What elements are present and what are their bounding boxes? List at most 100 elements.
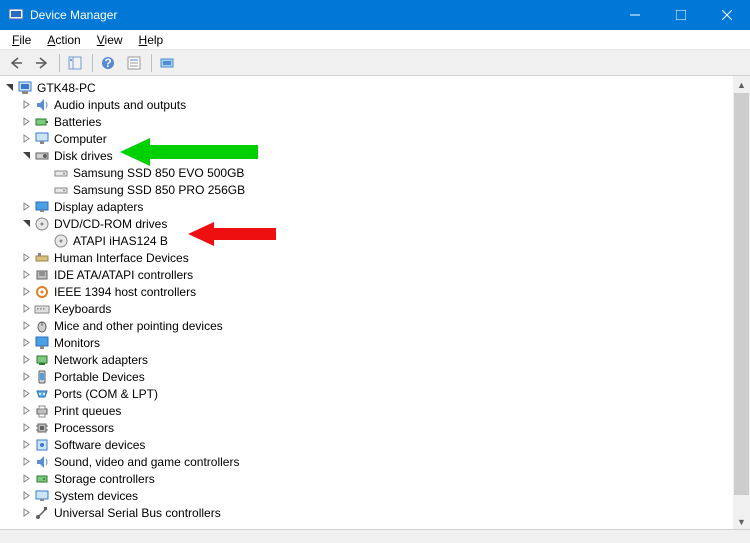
scrollbar-thumb[interactable] (734, 93, 749, 495)
portable-icon (34, 369, 50, 385)
toolbar-separator (92, 54, 93, 72)
toolbar-separator (151, 54, 152, 72)
tree-item-system[interactable]: System devices (2, 487, 750, 504)
tree-item-network[interactable]: Network adapters (2, 351, 750, 368)
expand-icon[interactable] (19, 267, 34, 282)
tree-item-ide[interactable]: IDE ATA/ATAPI controllers (2, 266, 750, 283)
tree-item-monitors[interactable]: Monitors (2, 334, 750, 351)
drive-icon (53, 165, 69, 181)
expand-icon[interactable] (19, 284, 34, 299)
expand-icon[interactable] (19, 131, 34, 146)
system-icon (34, 488, 50, 504)
tree-label: Samsung SSD 850 PRO 256GB (73, 183, 245, 197)
expand-icon[interactable] (19, 301, 34, 316)
network-icon (34, 352, 50, 368)
tree-item-keyboards[interactable]: Keyboards (2, 300, 750, 317)
tree-label: Monitors (54, 336, 100, 350)
tree-label: Sound, video and game controllers (54, 455, 239, 469)
tree-item-atapi[interactable]: ATAPI iHAS124 B (2, 232, 750, 249)
tree-item-diskdrives[interactable]: Disk drives (2, 147, 750, 164)
printer-icon (34, 403, 50, 419)
toolbar: ? (0, 50, 750, 76)
properties-button[interactable] (122, 51, 146, 75)
cdrom-icon (53, 233, 69, 249)
back-button[interactable] (4, 51, 28, 75)
expand-icon[interactable] (19, 352, 34, 367)
menu-file[interactable]: File (4, 31, 39, 49)
expand-icon[interactable] (19, 335, 34, 350)
tree-item-storage[interactable]: Storage controllers (2, 470, 750, 487)
svg-text:?: ? (104, 56, 111, 70)
scan-hardware-button[interactable] (155, 51, 179, 75)
help-button[interactable]: ? (96, 51, 120, 75)
tree-item-portable[interactable]: Portable Devices (2, 368, 750, 385)
expand-icon[interactable] (19, 250, 34, 265)
forward-button[interactable] (30, 51, 54, 75)
expand-icon[interactable] (19, 369, 34, 384)
sound-icon (34, 454, 50, 470)
tree-item-hid[interactable]: Human Interface Devices (2, 249, 750, 266)
menu-view[interactable]: View (89, 31, 131, 49)
scroll-down-arrow[interactable]: ▼ (733, 513, 750, 530)
tree-label: Storage controllers (54, 472, 155, 486)
computer-icon (17, 80, 33, 96)
device-tree[interactable]: GTK48-PC Audio inputs and outputs Batter… (0, 76, 750, 530)
expand-icon[interactable] (19, 437, 34, 452)
tree-item-ssd2[interactable]: Samsung SSD 850 PRO 256GB (2, 181, 750, 198)
expand-icon[interactable] (19, 114, 34, 129)
expand-icon[interactable] (19, 386, 34, 401)
tree-item-computer[interactable]: Computer (2, 130, 750, 147)
maximize-button[interactable] (658, 0, 704, 30)
tree-item-printq[interactable]: Print queues (2, 402, 750, 419)
hid-icon (34, 250, 50, 266)
app-icon (8, 7, 24, 23)
tree-item-ports[interactable]: Ports (COM & LPT) (2, 385, 750, 402)
tree-item-mice[interactable]: Mice and other pointing devices (2, 317, 750, 334)
tree-label: Mice and other pointing devices (54, 319, 223, 333)
tree-label: Human Interface Devices (54, 251, 189, 265)
tree-label: Processors (54, 421, 114, 435)
tree-item-ieee[interactable]: IEEE 1394 host controllers (2, 283, 750, 300)
tree-root[interactable]: GTK48-PC (2, 79, 750, 96)
tree-item-usb[interactable]: Universal Serial Bus controllers (2, 504, 750, 521)
tree-label: ATAPI iHAS124 B (73, 234, 168, 248)
tree-label: Batteries (54, 115, 101, 129)
menu-help[interactable]: Help (131, 31, 172, 49)
expand-icon[interactable] (19, 403, 34, 418)
expand-icon[interactable] (19, 420, 34, 435)
keyboard-icon (34, 301, 50, 317)
minimize-button[interactable] (612, 0, 658, 30)
scroll-up-arrow[interactable]: ▲ (733, 76, 750, 93)
tree-item-display[interactable]: Display adapters (2, 198, 750, 215)
close-button[interactable] (704, 0, 750, 30)
expand-icon[interactable] (19, 199, 34, 214)
software-icon (34, 437, 50, 453)
expand-icon[interactable] (19, 454, 34, 469)
collapse-icon[interactable] (19, 216, 34, 231)
tree-label: System devices (54, 489, 138, 503)
tree-label: Print queues (54, 404, 121, 418)
usb-icon (34, 505, 50, 521)
vertical-scrollbar[interactable]: ▲ ▼ (733, 76, 750, 530)
expand-icon[interactable] (19, 318, 34, 333)
collapse-icon[interactable] (2, 80, 17, 95)
tree-item-sound[interactable]: Sound, video and game controllers (2, 453, 750, 470)
tree-item-batteries[interactable]: Batteries (2, 113, 750, 130)
menu-action[interactable]: Action (39, 31, 88, 49)
menu-bar: File Action View Help (0, 30, 750, 50)
cpu-icon (34, 420, 50, 436)
expand-icon[interactable] (19, 471, 34, 486)
tree-item-processors[interactable]: Processors (2, 419, 750, 436)
tree-item-dvd[interactable]: DVD/CD-ROM drives (2, 215, 750, 232)
expand-icon[interactable] (19, 97, 34, 112)
mouse-icon (34, 318, 50, 334)
tree-item-software[interactable]: Software devices (2, 436, 750, 453)
disk-icon (34, 148, 50, 164)
title-bar: Device Manager (0, 0, 750, 30)
expand-icon[interactable] (19, 488, 34, 503)
collapse-icon[interactable] (19, 148, 34, 163)
expand-icon[interactable] (19, 505, 34, 520)
tree-item-ssd1[interactable]: Samsung SSD 850 EVO 500GB (2, 164, 750, 181)
tree-item-audio[interactable]: Audio inputs and outputs (2, 96, 750, 113)
show-hide-tree-button[interactable] (63, 51, 87, 75)
